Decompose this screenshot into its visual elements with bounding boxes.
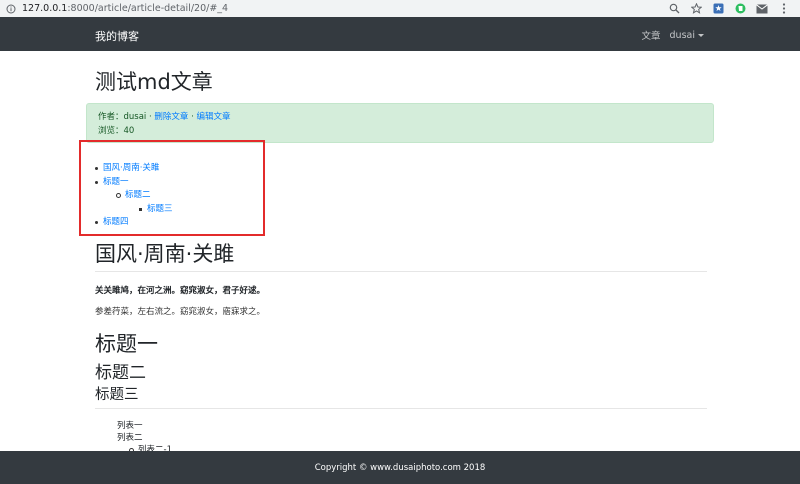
chevron-down-icon [698,33,704,37]
menu-icon[interactable] [778,3,790,15]
info-icon[interactable] [6,4,16,14]
edit-article-link[interactable]: 编辑文章 [197,112,231,122]
article-meta: 作者：dusai · 删除文章 · 编辑文章 浏览：40 [86,103,714,143]
list-item-label: 列表二 [117,433,143,443]
author-label: 作者：dusai · [98,112,155,122]
copyright-text: Copyright © www.dusaiphoto.com 2018 [314,462,486,473]
list-item: 列表二 [117,432,172,444]
poem-line: 参差荇菜，左右流之。窈窕淑女，寤寐求之。 [95,307,266,317]
toc-item[interactable]: 标题二 [116,189,173,203]
extension-icon[interactable] [712,3,724,15]
url-field[interactable]: 127.0.0.1:8000/article/article-detail/20… [22,3,668,14]
toc-item[interactable]: 国风·周南·关雎 [95,162,173,176]
toc-item-label: 国风·周南·关雎 [103,163,160,173]
toc-item-label: 标题三 [147,203,173,214]
bookmark-star-icon[interactable] [690,3,702,15]
toc-item[interactable]: 标题四 [95,216,173,230]
poem-line-bold: 关关雎鸠，在河之洲。窈窕淑女，君子好逑。 [95,286,266,296]
meta-line: 作者：dusai · 删除文章 · 编辑文章 [98,110,702,124]
disc-bullet-icon [95,221,98,224]
url-host: 127.0.0.1 [22,3,68,14]
square-bullet-icon [139,207,142,211]
table-of-contents: 国风·周南·关雎 标题一 标题二 标题三 标题四 [95,162,173,230]
toc-item-label: 标题二 [125,190,151,200]
divider [95,271,707,272]
navbar: 我的博客 文章 dusai [0,17,800,51]
disc-bullet-icon [95,167,98,170]
zoom-icon[interactable] [668,3,680,15]
heading-level-2: 标题二 [95,363,146,383]
user-dropdown[interactable]: dusai [670,30,704,41]
navbar-links: 文章 dusai [642,28,704,42]
heading-main: 国风·周南·关雎 [95,242,235,266]
footer: Copyright © www.dusaiphoto.com 2018 [0,451,800,484]
list-item-label: 列表一 [117,421,143,431]
browser-address-bar: 127.0.0.1:8000/article/article-detail/20… [0,0,800,18]
navbar-brand[interactable]: 我的博客 [95,28,139,44]
nav-link-articles[interactable]: 文章 [642,28,661,42]
article-title: 测试md文章 [95,70,213,94]
mail-icon[interactable] [756,3,768,15]
meta-separator: · [188,112,197,122]
url-path: :8000/article/article-detail/20/#_4 [67,3,229,14]
delete-article-link[interactable]: 删除文章 [154,112,188,122]
toc-item[interactable]: 标题一 [95,176,173,190]
evernote-icon[interactable] [734,3,746,15]
heading-level-1: 标题一 [95,332,158,356]
circle-bullet-icon [116,193,121,198]
toc-item-label: 标题一 [103,176,129,187]
disc-bullet-icon [95,180,98,184]
heading-level-3: 标题三 [95,387,139,403]
user-dropdown-label: dusai [669,29,695,41]
views-count: 浏览：40 [98,126,135,136]
divider [95,408,707,409]
list-item: 列表一 [117,420,172,432]
toc-item[interactable]: 标题三 [139,203,173,217]
toc-item-label: 标题四 [103,217,129,227]
